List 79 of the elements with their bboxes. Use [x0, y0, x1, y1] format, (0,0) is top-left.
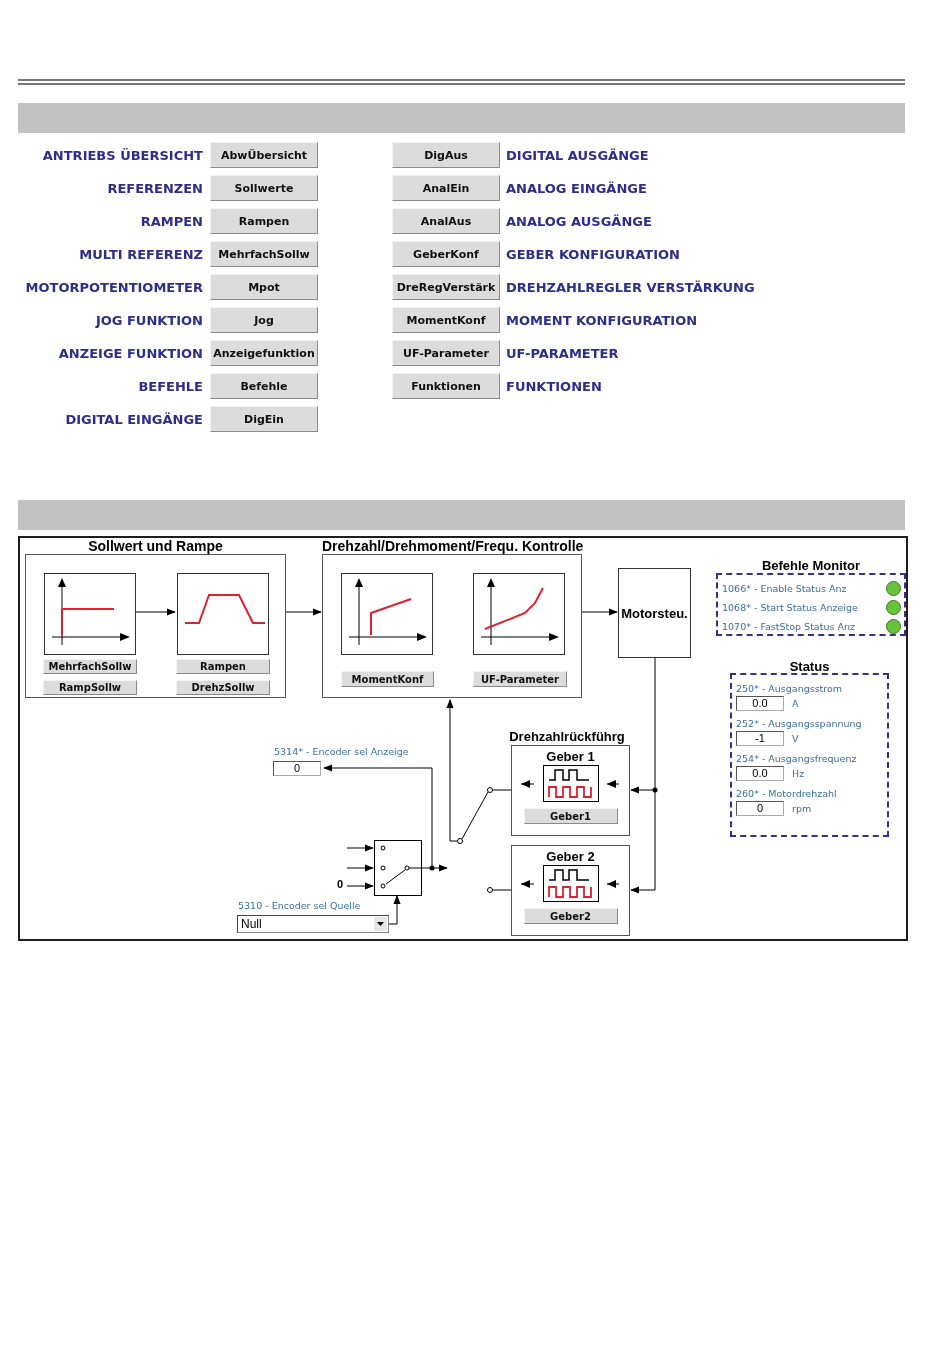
monitor-title: Befehle Monitor	[760, 558, 862, 573]
unit-label: V	[792, 733, 799, 744]
monitor-label: 1070* - FastStop Status Anz	[722, 620, 855, 632]
status-title: Status	[788, 659, 831, 674]
connector-arrow	[630, 886, 656, 894]
section-label: GEBER KONFIGURATION	[505, 246, 681, 262]
unit-label: rpm	[792, 803, 812, 814]
nav-button[interactable]: GeberKonf	[392, 241, 500, 267]
nav-button[interactable]: AnalAus	[392, 208, 500, 234]
field-label: 5314* - Encoder sel Anzeige	[274, 746, 409, 757]
value-field: 0.0	[736, 766, 784, 781]
motor-control-block: Motorsteu.	[618, 568, 691, 658]
block-button[interactable]: MomentKonf	[341, 671, 434, 687]
section-label: MOMENT KONFIGURATION	[505, 312, 699, 328]
connector-arrow	[630, 786, 655, 794]
connector-arrow	[134, 608, 176, 616]
monitor-label: 1066* - Enable Status Anz	[722, 582, 847, 594]
block-button[interactable]: Rampen	[176, 659, 270, 674]
input-label: 0	[337, 878, 344, 890]
field-label: 5310 - Encoder sel Quelle	[238, 900, 361, 911]
nav-button[interactable]: Anzeigefunktion	[210, 340, 318, 366]
feedback-title: Drehzahlrückführg	[508, 729, 626, 744]
section-label: DREHZAHLREGLER VERSTÄRKUNG	[505, 279, 755, 295]
panel-title: Drehzahl/Drehmoment/Frequ. Kontrolle	[322, 538, 582, 554]
nav-button[interactable]: MehrfachSollw	[210, 241, 318, 267]
block-button[interactable]: MehrfachSollw	[43, 659, 137, 674]
value-field: 0	[273, 761, 321, 776]
nav-button[interactable]: Jog	[210, 307, 318, 333]
selector-switch-drawing	[374, 840, 422, 896]
nav-button[interactable]: Rampen	[210, 208, 318, 234]
nav-button[interactable]: DigAus	[392, 142, 500, 168]
section-label: DIGITAL AUSGÄNGE	[505, 147, 650, 163]
nav-button[interactable]: AnalEin	[392, 175, 500, 201]
nav-button[interactable]: DreRegVerstärk	[392, 274, 500, 300]
panel-title: Sollwert und Rampe	[87, 538, 224, 554]
block-button[interactable]: UF-Parameter	[473, 671, 567, 687]
source-dropdown[interactable]: Null	[237, 915, 389, 933]
section-label: BEFEHLE	[137, 378, 204, 394]
caret-icon	[374, 917, 387, 931]
unit-label: A	[792, 698, 799, 709]
encoder-title: Geber 1	[546, 749, 595, 764]
connector-arrow	[285, 608, 322, 616]
section-label: ANALOG AUSGÄNGE	[505, 213, 653, 229]
block-button[interactable]: RampSollw	[43, 680, 137, 695]
field-label: 254* - Ausgangsfrequenz	[736, 753, 858, 764]
encoder-title: Geber 2	[546, 849, 595, 864]
field-label: 252* - Ausgangsspannung	[736, 718, 863, 729]
value-field: -1	[736, 731, 784, 746]
section-label: FUNKTIONEN	[505, 378, 603, 394]
encoder-button[interactable]: Geber2	[523, 908, 618, 924]
section-label: RAMPEN	[139, 213, 204, 229]
unit-label: Hz	[792, 768, 805, 779]
field-label: 260* - Motordrehzahl	[736, 788, 838, 799]
section-label: JOG FUNKTION	[94, 312, 204, 328]
section-label: MULTI REFERENZ	[78, 246, 204, 262]
section-label: UF-PARAMETER	[505, 345, 620, 361]
section-label: MOTORPOTENTIOMETER	[24, 279, 204, 295]
section-label: ANZEIGE FUNKTION	[57, 345, 204, 361]
connector-arrow	[581, 608, 618, 616]
nav-button[interactable]: UF-Parameter	[392, 340, 500, 366]
value-field: 0.0	[736, 696, 784, 711]
connector-arrow	[346, 882, 374, 890]
nav-button[interactable]: Funktionen	[392, 373, 500, 399]
section-label: DIGITAL EINGÄNGE	[64, 411, 204, 427]
nav-button[interactable]: Mpot	[210, 274, 318, 300]
section-label: REFERENZEN	[106, 180, 204, 196]
connector-arrow	[388, 895, 401, 925]
nav-button[interactable]: Sollwerte	[210, 175, 318, 201]
field-label: 250* - Ausgangsstrom	[736, 683, 844, 694]
encoder-button[interactable]: Geber1	[523, 808, 618, 824]
value-field: 0	[736, 801, 784, 816]
nav-button[interactable]: MomentKonf	[392, 307, 500, 333]
monitor-label: 1068* - Start Status Anzeige	[722, 601, 858, 613]
section-label: ANTRIEBS ÜBERSICHT	[41, 147, 204, 163]
block-button[interactable]: DrehzSollw	[176, 680, 270, 695]
nav-button[interactable]: AbwÜbersicht	[210, 142, 318, 168]
nav-button[interactable]: Befehle	[210, 373, 318, 399]
section-label: ANALOG EINGÄNGE	[505, 180, 648, 196]
nav-button[interactable]: DigEin	[210, 406, 318, 432]
